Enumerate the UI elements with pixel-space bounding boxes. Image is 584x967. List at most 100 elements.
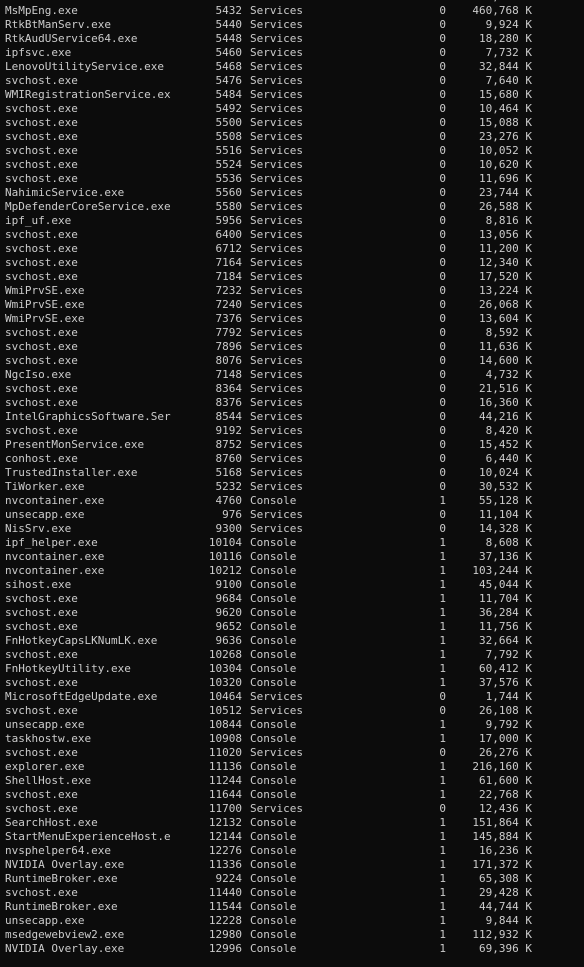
process-row: svchost.exe 11020 Services 0 26,276 K bbox=[0, 746, 584, 760]
process-image-name: IntelGraphicsSoftware.Ser bbox=[5, 410, 171, 423]
process-mem-usage: 12,436 K bbox=[479, 802, 532, 815]
process-row: StartMenuExperienceHost.e 12144 Console 1 14… bbox=[0, 830, 584, 844]
process-session-number: 1 bbox=[439, 648, 446, 661]
process-pid: 11336 bbox=[208, 858, 242, 871]
process-mem-usage: 26,108 K bbox=[479, 704, 532, 717]
process-row: explorer.exe 11136 Console 1 216,160 K bbox=[0, 760, 584, 774]
process-mem-usage: 460,768 K bbox=[472, 4, 532, 17]
process-session-name: Console bbox=[250, 620, 297, 633]
process-image-name: NgcIso.exe bbox=[5, 368, 72, 381]
process-row: RuntimeBroker.exe 11544 Console 1 44,744 K bbox=[0, 900, 584, 914]
process-mem-usage: 32,844 K bbox=[479, 60, 532, 73]
process-session-number: 0 bbox=[439, 802, 446, 815]
process-image-name: svchost.exe bbox=[5, 158, 78, 171]
process-session-name: Console bbox=[250, 858, 297, 871]
process-session-number: 0 bbox=[439, 102, 446, 115]
process-mem-usage: 1,744 K bbox=[485, 690, 532, 703]
process-session-name: Console bbox=[250, 578, 297, 591]
process-pid: 11136 bbox=[208, 760, 242, 773]
process-image-name: LenovoUtilityService.exe bbox=[5, 60, 164, 73]
process-image-name: nvcontainer.exe bbox=[5, 494, 105, 507]
process-row: svchost.exe 10320 Console 1 37,576 K bbox=[0, 676, 584, 690]
process-session-name: Console bbox=[250, 760, 297, 773]
process-session-name: Console bbox=[250, 942, 297, 955]
process-session-name: Console bbox=[250, 928, 297, 941]
process-pid: 5484 bbox=[215, 88, 243, 101]
process-row: svchost.exe 5524 Services 0 10,620 K bbox=[0, 158, 584, 172]
process-image-name: FnHotkeyCapsLKNumLK.exe bbox=[5, 634, 158, 647]
process-row: NVIDIA Overlay.exe 11336 Console 1 171,372 K bbox=[0, 858, 584, 872]
process-session-number: 1 bbox=[439, 578, 446, 591]
process-mem-usage: 14,328 K bbox=[479, 522, 532, 535]
process-row: conhost.exe 8760 Services 0 6,440 K bbox=[0, 452, 584, 466]
process-row: WmiPrvSE.exe 7240 Services 0 26,068 K bbox=[0, 298, 584, 312]
process-mem-usage: 29,428 K bbox=[479, 886, 532, 899]
process-image-name: svchost.exe bbox=[5, 256, 78, 269]
process-mem-usage: 7,792 K bbox=[485, 648, 532, 661]
process-row: NahimicService.exe 5560 Services 0 23,744 K bbox=[0, 186, 584, 200]
process-row: WMIRegistrationService.ex 5484 Services 0 15… bbox=[0, 88, 584, 102]
process-row: NisSrv.exe 9300 Services 0 14,328 K bbox=[0, 522, 584, 536]
process-session-number: 1 bbox=[439, 886, 446, 899]
process-row: ipf_uf.exe 5956 Services 0 8,816 K bbox=[0, 214, 584, 228]
process-session-name: Console bbox=[250, 676, 297, 689]
process-mem-usage: 26,068 K bbox=[479, 298, 532, 311]
process-mem-usage: 216,160 K bbox=[472, 760, 532, 773]
process-pid: 5536 bbox=[215, 172, 243, 185]
process-row: svchost.exe 8076 Services 0 14,600 K bbox=[0, 354, 584, 368]
process-session-number: 0 bbox=[439, 326, 446, 339]
process-mem-usage: 7,640 K bbox=[485, 74, 532, 87]
process-session-number: 0 bbox=[439, 438, 446, 451]
process-row: svchost.exe 8376 Services 0 16,360 K bbox=[0, 396, 584, 410]
process-pid: 5580 bbox=[215, 200, 243, 213]
process-pid: 10464 bbox=[208, 690, 242, 703]
process-pid: 9684 bbox=[215, 592, 243, 605]
process-session-number: 0 bbox=[439, 396, 446, 409]
process-pid: 12996 bbox=[208, 942, 242, 955]
process-pid: 8076 bbox=[215, 354, 243, 367]
process-pid: 5432 bbox=[215, 4, 243, 17]
process-session-number: 1 bbox=[439, 774, 446, 787]
process-session-name: Services bbox=[250, 396, 303, 409]
process-image-name: FnHotkeyUtility.exe bbox=[5, 662, 131, 675]
process-session-number: 0 bbox=[439, 424, 446, 437]
process-mem-usage: 60,412 K bbox=[479, 662, 532, 675]
process-mem-usage: 151,864 K bbox=[472, 816, 532, 829]
process-mem-usage: 15,088 K bbox=[479, 116, 532, 129]
process-pid: 7376 bbox=[215, 312, 243, 325]
process-session-number: 0 bbox=[439, 214, 446, 227]
process-mem-usage: 44,744 K bbox=[479, 900, 532, 913]
process-image-name: svchost.exe bbox=[5, 340, 78, 353]
terminal-output[interactable]: svchost.exe5424Services09,816 KMsMpEng.e… bbox=[0, 0, 584, 956]
process-image-name: svchost.exe bbox=[5, 326, 78, 339]
process-image-name: svchost.exe bbox=[5, 424, 78, 437]
process-image-name: PresentMonService.exe bbox=[5, 438, 145, 451]
process-row: svchost.exe 5516 Services 0 10,052 K bbox=[0, 144, 584, 158]
process-mem-usage: 11,200 K bbox=[479, 242, 532, 255]
process-pid: 11244 bbox=[208, 774, 242, 787]
process-image-name: svchost.exe bbox=[5, 746, 78, 759]
process-session-number: 1 bbox=[439, 662, 446, 675]
process-session-name: Services bbox=[250, 46, 303, 59]
process-session-number: 1 bbox=[439, 844, 446, 857]
process-session-number: 1 bbox=[439, 676, 446, 689]
process-session-name: Services bbox=[250, 186, 303, 199]
process-row: svchost.exe 9620 Console 1 36,284 K bbox=[0, 606, 584, 620]
process-session-number: 1 bbox=[439, 872, 446, 885]
process-session-number: 0 bbox=[439, 270, 446, 283]
process-session-number: 0 bbox=[439, 368, 446, 381]
process-session-name: Services bbox=[250, 200, 303, 213]
process-image-name: svchost.exe bbox=[5, 354, 78, 367]
process-pid: 12144 bbox=[208, 830, 242, 843]
process-session-name: Services bbox=[250, 424, 303, 437]
process-session-name: Services bbox=[250, 18, 303, 31]
process-session-number: 0 bbox=[439, 130, 446, 143]
process-image-name: WmiPrvSE.exe bbox=[5, 298, 85, 311]
process-image-name: svchost.exe bbox=[5, 102, 78, 115]
process-session-name: Console bbox=[250, 830, 297, 843]
process-pid: 12980 bbox=[208, 928, 242, 941]
process-image-name: SearchHost.exe bbox=[5, 816, 98, 829]
process-image-name: RuntimeBroker.exe bbox=[5, 900, 118, 913]
process-row: nvsphelper64.exe 12276 Console 1 16,236 K bbox=[0, 844, 584, 858]
process-pid: 976 bbox=[222, 508, 242, 521]
